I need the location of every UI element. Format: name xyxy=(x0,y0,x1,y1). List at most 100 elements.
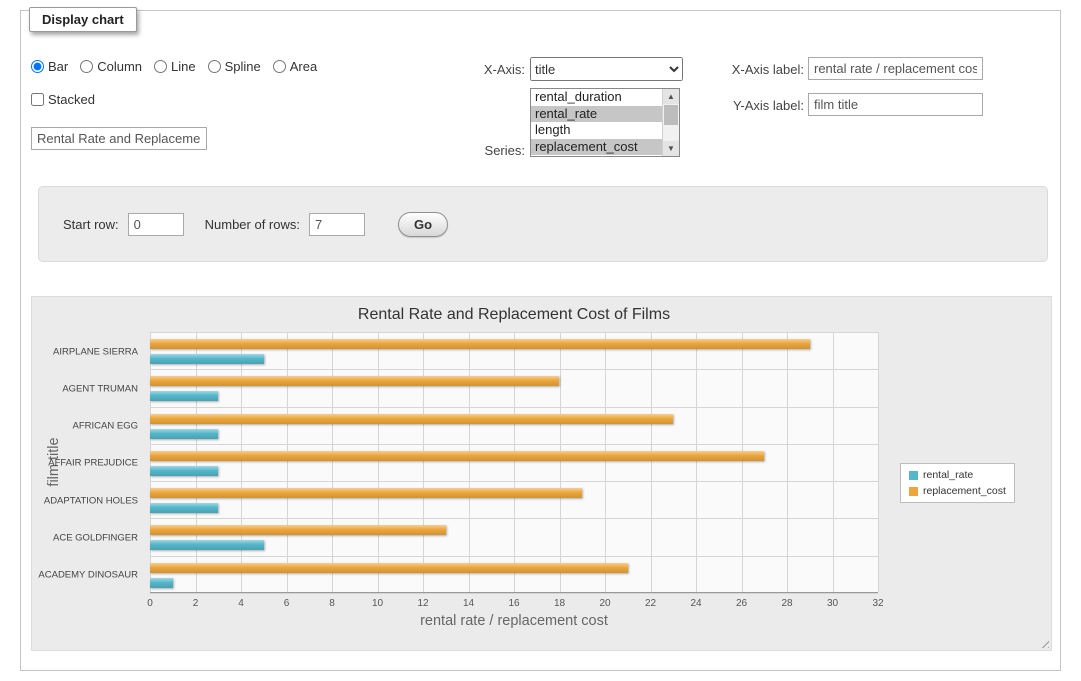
y-axis-label-input[interactable] xyxy=(808,93,983,116)
bar-replacement_cost xyxy=(150,563,628,573)
bar-replacement_cost xyxy=(150,451,764,461)
line-radio-label: Line xyxy=(171,59,196,74)
gridline xyxy=(150,481,878,482)
x-tick-label: 4 xyxy=(238,598,244,609)
chart-title-input[interactable] xyxy=(31,127,207,150)
series-listbox-options: rental_durationrental_ratelengthreplacem… xyxy=(531,89,662,156)
bar-radio-label: Bar xyxy=(48,59,68,74)
category-label: ACADEMY DINOSAUR xyxy=(32,570,138,581)
bar-rental_rate xyxy=(150,466,218,476)
chart-type-radio-group: Bar Column Line Spline Area xyxy=(31,59,317,74)
legend-label: replacement_cost xyxy=(923,485,1006,497)
x-axis-label-input[interactable] xyxy=(808,57,983,80)
display-chart-fieldset: Display chart Bar Column Line Spline Are… xyxy=(20,10,1061,671)
chart-type-option-line[interactable]: Line xyxy=(154,59,196,74)
category-labels: AIRPLANE SIERRA AGENT TRUMAN AFRICAN EGG AF… xyxy=(32,332,144,593)
area-radio-label: Area xyxy=(290,59,317,74)
plot-area xyxy=(150,332,878,593)
gridline xyxy=(150,369,878,370)
scroll-down-icon[interactable]: ▼ xyxy=(663,141,679,156)
series-listbox[interactable]: rental_durationrental_ratelengthreplacem… xyxy=(530,88,680,157)
scroll-up-icon[interactable]: ▲ xyxy=(663,89,679,104)
bar-replacement_cost xyxy=(150,339,810,349)
gridline xyxy=(514,332,515,592)
column-radio[interactable] xyxy=(80,60,93,73)
chart-type-option-area[interactable]: Area xyxy=(273,59,317,74)
legend-item: replacement_cost xyxy=(909,485,1006,497)
bar-rental_rate xyxy=(150,354,264,364)
x-tick-label: 8 xyxy=(329,598,335,609)
gridline xyxy=(287,332,288,592)
x-tick-label: 16 xyxy=(508,598,519,609)
legend-label: rental_rate xyxy=(923,469,973,481)
legend-swatch xyxy=(909,471,918,480)
bar-rental_rate xyxy=(150,429,218,439)
chart-title: Rental Rate and Replacement Cost of Film… xyxy=(150,306,878,324)
row-controls-panel: Start row: Number of rows: Go xyxy=(38,186,1048,262)
bar-rental_rate xyxy=(150,540,264,550)
category-label: AGENT TRUMAN xyxy=(32,383,138,394)
x-tick-label: 18 xyxy=(554,598,565,609)
number-of-rows-label: Number of rows: xyxy=(205,217,300,232)
chart-panel: Rental Rate and Replacement Cost of Film… xyxy=(31,296,1052,651)
gridline xyxy=(332,332,333,592)
series-listbox-scrollbar[interactable]: ▲ ▼ xyxy=(662,89,679,156)
gridline xyxy=(150,556,878,557)
series-label: Series: xyxy=(425,143,525,158)
gridline xyxy=(423,332,424,592)
chart-type-option-spline[interactable]: Spline xyxy=(208,59,261,74)
x-tick-label: 20 xyxy=(599,598,610,609)
bar-rental_rate xyxy=(150,503,218,513)
bar-replacement_cost xyxy=(150,376,559,386)
category-label: ADAPTATION HOLES xyxy=(32,495,138,506)
gridline xyxy=(241,332,242,592)
category-label: AIRPLANE SIERRA xyxy=(32,346,138,357)
series-option[interactable]: rental_rate xyxy=(531,106,662,123)
bar-radio[interactable] xyxy=(31,60,44,73)
stacked-checkbox-label: Stacked xyxy=(48,92,95,107)
spline-radio-label: Spline xyxy=(225,59,261,74)
gridline xyxy=(196,332,197,592)
x-tick-label: 10 xyxy=(372,598,383,609)
stacked-checkbox-row[interactable]: Stacked xyxy=(31,92,95,107)
gridline xyxy=(469,332,470,592)
x-tick-label: 14 xyxy=(463,598,474,609)
x-axis-select[interactable]: title xyxy=(530,57,683,81)
series-option[interactable]: length xyxy=(531,122,662,139)
x-tick-label: 24 xyxy=(690,598,701,609)
start-row-input[interactable] xyxy=(128,213,184,236)
gridline xyxy=(787,332,788,592)
gridline xyxy=(560,332,561,592)
bar-rental_rate xyxy=(150,391,218,401)
gridline xyxy=(150,518,878,519)
series-option[interactable]: rental_duration xyxy=(531,89,662,106)
go-button[interactable]: Go xyxy=(398,212,448,237)
gridline xyxy=(150,332,151,592)
series-option[interactable]: replacement_cost xyxy=(531,139,662,156)
number-of-rows-input[interactable] xyxy=(309,213,365,236)
stacked-checkbox[interactable] xyxy=(31,93,44,106)
column-radio-label: Column xyxy=(97,59,142,74)
bar-replacement_cost xyxy=(150,414,673,424)
x-tick-label: 6 xyxy=(284,598,290,609)
x-axis-title: rental rate / replacement cost xyxy=(150,613,878,629)
scrollbar-thumb[interactable] xyxy=(664,105,678,125)
bar-replacement_cost xyxy=(150,525,446,535)
x-tick-label: 0 xyxy=(147,598,153,609)
area-radio[interactable] xyxy=(273,60,286,73)
y-axis-label-label: Y-Axis label: xyxy=(704,98,804,113)
spline-radio[interactable] xyxy=(208,60,221,73)
category-label: AFFAIR PREJUDICE xyxy=(32,458,138,469)
x-tick-label: 12 xyxy=(417,598,428,609)
chart-type-option-column[interactable]: Column xyxy=(80,59,142,74)
x-tick-labels: 02468101214161820222426283032 xyxy=(150,598,878,610)
gridline xyxy=(150,593,878,594)
category-label: AFRICAN EGG xyxy=(32,421,138,432)
gridline xyxy=(150,407,878,408)
line-radio[interactable] xyxy=(154,60,167,73)
chart-type-option-bar[interactable]: Bar xyxy=(31,59,68,74)
resize-handle-icon[interactable] xyxy=(1038,637,1049,648)
start-row-label: Start row: xyxy=(63,217,119,232)
x-axis-select-label: X-Axis: xyxy=(425,62,525,77)
bar-rental_rate xyxy=(150,578,173,588)
